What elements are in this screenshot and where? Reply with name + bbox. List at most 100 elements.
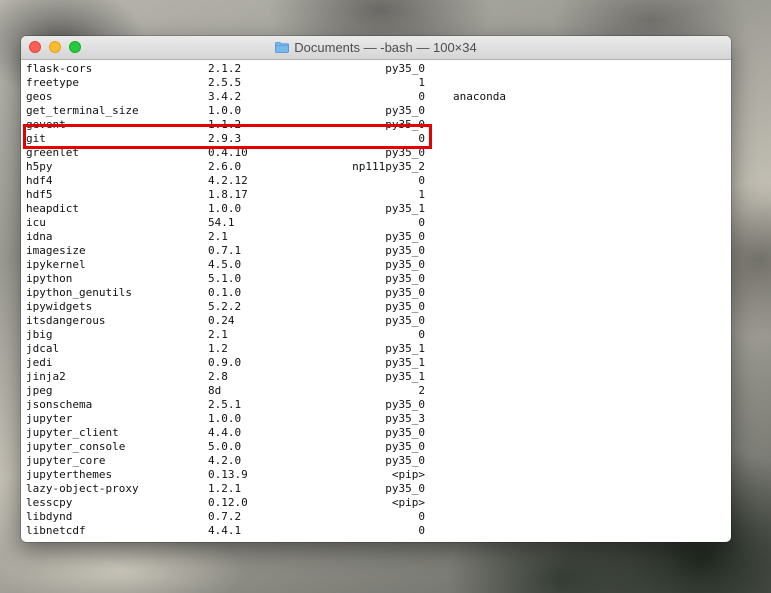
package-name: jinja2 xyxy=(26,370,66,383)
package-version: 0.13.9 xyxy=(208,468,248,481)
package-name: geos xyxy=(26,90,53,103)
package-name: lazy-object-proxy xyxy=(26,482,139,495)
terminal-row: greenlet 0.4.10 py35_0 xyxy=(26,146,731,160)
package-build: py35_0 xyxy=(385,230,425,243)
package-build: py35_1 xyxy=(385,202,425,215)
package-name: libdynd xyxy=(26,510,73,523)
package-name: heapdict xyxy=(26,202,79,215)
title-bar[interactable]: Documents — -bash — 100×34 xyxy=(21,36,731,60)
package-name: freetype xyxy=(26,76,79,89)
terminal-row: jupyter 1.0.0 py35_3 xyxy=(26,412,731,426)
terminal-row: geos 3.4.2 0 anaconda xyxy=(26,90,731,104)
package-version: 2.9.3 xyxy=(208,132,242,145)
package-name: hdf4 xyxy=(26,174,53,187)
package-name: get_terminal_size xyxy=(26,104,139,117)
package-version: 5.0.0 xyxy=(208,440,242,453)
package-version: 0.24 xyxy=(208,314,235,327)
package-build: py35_0 xyxy=(385,272,425,285)
package-name: hdf5 xyxy=(26,188,53,201)
package-build: py35_0 xyxy=(385,258,425,271)
terminal-output[interactable]: flask-cors 2.1.2 py35_0 freetype 2.5.5 1 geos 3… xyxy=(21,60,731,542)
package-build: py35_1 xyxy=(385,370,425,383)
package-name: ipywidgets xyxy=(26,300,93,313)
terminal-row: freetype 2.5.5 1 xyxy=(26,76,731,90)
terminal-row: jupyter_core 4.2.0 py35_0 xyxy=(26,454,731,468)
terminal-row: libnetcdf 4.4.1 0 xyxy=(26,524,731,538)
package-version: 2.1.2 xyxy=(208,62,242,75)
terminal-window[interactable]: Documents — -bash — 100×34 flask-cors 2.1… xyxy=(21,36,731,542)
package-version: 0.1.0 xyxy=(208,286,242,299)
package-version: 5.1.0 xyxy=(208,272,242,285)
package-version: 1.8.17 xyxy=(208,188,248,201)
package-build: py35_1 xyxy=(385,342,425,355)
package-build: py35_0 xyxy=(385,300,425,313)
folder-icon xyxy=(275,42,290,53)
terminal-row: jinja2 2.8 py35_1 xyxy=(26,370,731,384)
package-build: 0 xyxy=(418,174,425,187)
package-version: 2.1 xyxy=(208,328,228,341)
package-name: gevent xyxy=(26,118,66,131)
package-version: 0.7.2 xyxy=(208,510,242,523)
terminal-row: jupyter_console 5.0.0 py35_0 xyxy=(26,440,731,454)
package-name: jsonschema xyxy=(26,398,93,411)
package-build: py35_0 xyxy=(385,314,425,327)
terminal-row: hdf5 1.8.17 1 xyxy=(26,188,731,202)
package-name: ipython xyxy=(26,272,73,285)
package-version: 1.0.0 xyxy=(208,412,242,425)
package-version: 1.1.2 xyxy=(208,118,242,131)
terminal-row: ipykernel 4.5.0 py35_0 xyxy=(26,258,731,272)
package-name: jpeg xyxy=(26,384,53,397)
package-build: py35_0 xyxy=(385,244,425,257)
package-build: py35_0 xyxy=(385,482,425,495)
package-version: 4.4.1 xyxy=(208,524,242,537)
package-build: 1 xyxy=(418,76,425,89)
package-build: <pip> xyxy=(391,496,425,509)
package-name: ipython_genutils xyxy=(26,286,132,299)
terminal-row: jbig 2.1 0 xyxy=(26,328,731,342)
terminal-row: jdcal 1.2 py35_1 xyxy=(26,342,731,356)
package-version: 0.4.10 xyxy=(208,146,248,159)
package-name: idna xyxy=(26,230,53,243)
package-channel: anaconda xyxy=(453,90,506,103)
package-version: 54.1 xyxy=(208,216,235,229)
package-name: jupyter_client xyxy=(26,426,119,439)
package-name: jupyter_core xyxy=(26,454,106,467)
package-version: 0.7.1 xyxy=(208,244,242,257)
package-build: 0 xyxy=(418,90,425,103)
package-version: 4.5.0 xyxy=(208,258,242,271)
terminal-row: libdynd 0.7.2 0 xyxy=(26,510,731,524)
package-name: lesscpy xyxy=(26,496,73,509)
package-version: 2.8 xyxy=(208,370,228,383)
package-build: 0 xyxy=(418,216,425,229)
package-build: py35_1 xyxy=(385,356,425,369)
package-build: py35_0 xyxy=(385,62,425,75)
package-name: jedi xyxy=(26,356,53,369)
package-version: 2.1 xyxy=(208,230,228,243)
package-build: <pip> xyxy=(391,468,425,481)
terminal-row: jupyterthemes 0.13.9 <pip> xyxy=(26,468,731,482)
terminal-row: jupyter_client 4.4.0 py35_0 xyxy=(26,426,731,440)
terminal-row: heapdict 1.0.0 py35_1 xyxy=(26,202,731,216)
package-name: jbig xyxy=(26,328,53,341)
package-name: imagesize xyxy=(26,244,86,257)
package-build: np111py35_2 xyxy=(352,160,425,173)
package-build: py35_0 xyxy=(385,454,425,467)
package-version: 4.2.12 xyxy=(208,174,248,187)
terminal-row: idna 2.1 py35_0 xyxy=(26,230,731,244)
package-build: 2 xyxy=(418,384,425,397)
package-version: 4.2.0 xyxy=(208,454,242,467)
terminal-row: ipywidgets 5.2.2 py35_0 xyxy=(26,300,731,314)
package-name: jupyterthemes xyxy=(26,468,113,481)
terminal-row: icu 54.1 0 xyxy=(26,216,731,230)
terminal-row: itsdangerous 0.24 py35_0 xyxy=(26,314,731,328)
package-version: 1.0.0 xyxy=(208,104,242,117)
package-build: py35_0 xyxy=(385,440,425,453)
terminal-row: git 2.9.3 0 xyxy=(26,132,731,146)
package-build: py35_0 xyxy=(385,426,425,439)
package-name: jupyter xyxy=(26,412,73,425)
package-name: icu xyxy=(26,216,46,229)
package-build: 0 xyxy=(418,510,425,523)
package-version: 5.2.2 xyxy=(208,300,242,313)
terminal-row: hdf4 4.2.12 0 xyxy=(26,174,731,188)
package-version: 4.4.0 xyxy=(208,426,242,439)
